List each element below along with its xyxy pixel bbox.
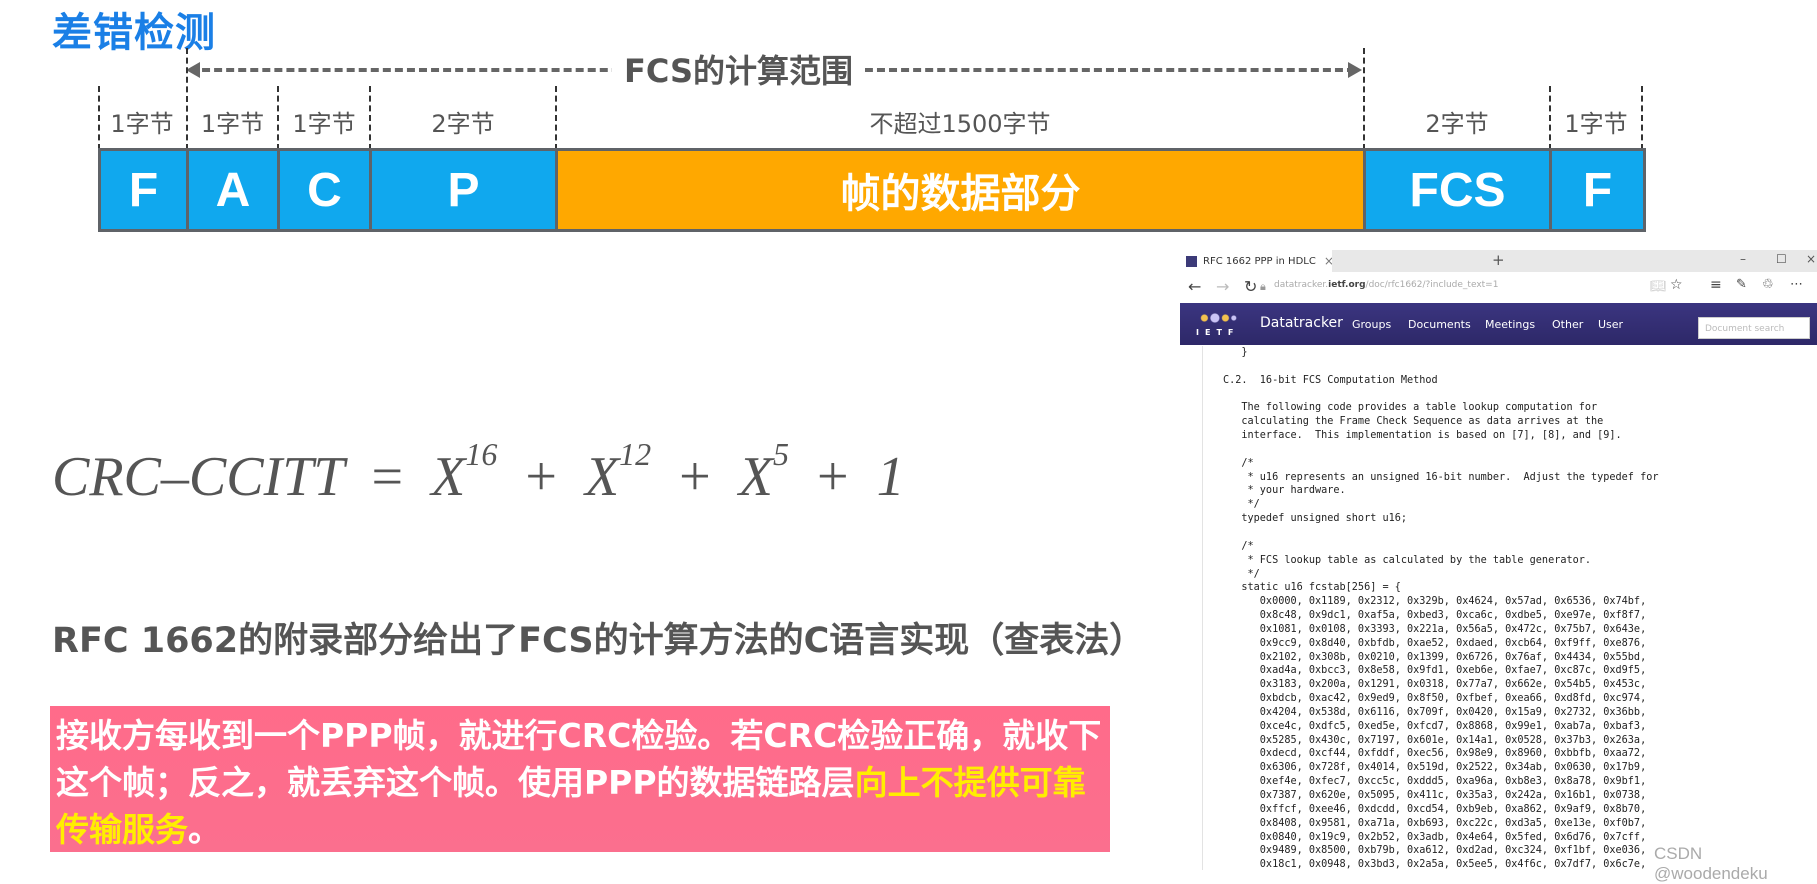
field-size-label: 2字节 bbox=[431, 110, 495, 138]
watermark: CSDN @woodendeku bbox=[1654, 844, 1768, 883]
browser-tab[interactable]: RFC 1662 PPP in HDLC × bbox=[1186, 250, 1334, 272]
lock-icon: 🔒︎ bbox=[1260, 280, 1266, 293]
frame-field-control: C bbox=[280, 151, 372, 229]
field-divider bbox=[1641, 86, 1643, 150]
arrow-right-icon bbox=[1348, 62, 1362, 78]
nav-item-other[interactable]: Other bbox=[1552, 318, 1583, 331]
tab-title: RFC 1662 PPP in HDLC bbox=[1203, 255, 1316, 267]
nav-item-groups[interactable]: Groups bbox=[1352, 318, 1391, 331]
nav-item-user[interactable]: User bbox=[1598, 318, 1623, 331]
frame-field-protocol: P bbox=[372, 151, 558, 229]
nav-brand-datatracker[interactable]: Datatracker bbox=[1260, 315, 1343, 331]
frame-field-flag: F bbox=[101, 151, 189, 229]
formula-plus: + bbox=[679, 446, 711, 508]
formula-term: 1 bbox=[876, 446, 905, 508]
formula-term: X16 bbox=[431, 436, 498, 508]
refresh-icon[interactable]: ↻ bbox=[1244, 277, 1257, 296]
document-search-input[interactable]: Document search bbox=[1698, 317, 1810, 339]
tab-strip: + – ☐ × bbox=[1332, 250, 1817, 272]
share-icon[interactable]: ♲ bbox=[1762, 277, 1774, 292]
crc-ccitt-formula: CRC–CCITT = X16 + X12 + X5 + 1 bbox=[52, 436, 905, 509]
formula-term: X12 bbox=[584, 436, 652, 508]
field-size-label: 1字节 bbox=[200, 110, 265, 138]
rfc-document-text: } C.2. 16-bit FCS Computation Method The… bbox=[1223, 347, 1659, 870]
close-window-button[interactable]: × bbox=[1806, 252, 1816, 266]
conclusion-end: 。 bbox=[188, 810, 221, 849]
nav-item-meetings[interactable]: Meetings bbox=[1485, 318, 1535, 331]
reading-view-icon[interactable]: 📖︎ bbox=[1650, 279, 1667, 294]
tab-bar: RFC 1662 PPP in HDLC × + – ☐ × bbox=[1180, 250, 1817, 272]
ietf-logo[interactable]: IETF bbox=[1194, 309, 1240, 341]
arrow-left-icon bbox=[186, 62, 200, 78]
field-size-label: 1字节 bbox=[1564, 110, 1628, 138]
frame-field-flag-end: F bbox=[1552, 151, 1643, 229]
back-icon[interactable]: ← bbox=[1188, 277, 1201, 296]
frame-field-fcs: FCS bbox=[1366, 151, 1552, 229]
formula-equals: = bbox=[371, 446, 404, 508]
hub-icon[interactable]: ≡ bbox=[1710, 277, 1722, 293]
nav-item-documents[interactable]: Documents bbox=[1408, 318, 1471, 331]
formula-lhs: CRC–CCITT bbox=[52, 446, 344, 508]
field-size-label: 不超过1500字节 bbox=[869, 110, 1051, 138]
forward-icon[interactable]: → bbox=[1216, 277, 1229, 296]
field-size-label: 2字节 bbox=[1425, 110, 1489, 138]
field-size-label: 1字节 bbox=[110, 110, 174, 138]
formula-term: X5 bbox=[738, 436, 789, 508]
slide-title: 差错检测 bbox=[52, 10, 216, 56]
conclusion-box: 接收方每收到一个PPP帧，就进行CRC检验。若CRC检验正确，就收下这个帧；反之… bbox=[50, 706, 1110, 852]
web-note-icon[interactable]: ✎ bbox=[1736, 277, 1747, 292]
field-size-label: 1字节 bbox=[292, 110, 356, 138]
favorite-star-icon[interactable]: ☆ bbox=[1670, 277, 1683, 293]
rfc-note: RFC 1662的附录部分给出了FCS的计算方法的C语言实现（查表法） bbox=[52, 621, 1145, 661]
browser-window: RFC 1662 PPP in HDLC × + – ☐ × ← → ↻ 🔒︎ … bbox=[1180, 250, 1817, 870]
favicon-icon bbox=[1186, 255, 1197, 267]
document-body: } C.2. 16-bit FCS Computation Method The… bbox=[1202, 346, 1817, 870]
frame-field-address: A bbox=[189, 151, 280, 229]
minimize-button[interactable]: – bbox=[1740, 252, 1746, 266]
ietf-logo-icon bbox=[1196, 311, 1238, 325]
frame-field-data: 帧的数据部分 bbox=[558, 151, 1366, 229]
more-icon[interactable]: ⋯ bbox=[1790, 277, 1803, 292]
ppp-frame-diagram: F A C P 帧的数据部分 FCS F bbox=[98, 148, 1646, 232]
formula-plus: + bbox=[525, 446, 557, 508]
maximize-button[interactable]: ☐ bbox=[1776, 252, 1787, 266]
url-field[interactable]: datatracker.ietf.org/doc/rfc1662/?includ… bbox=[1274, 280, 1498, 290]
new-tab-button[interactable]: + bbox=[1492, 251, 1505, 269]
formula-plus: + bbox=[816, 446, 849, 508]
fcs-range-label: FCS的计算范围 bbox=[612, 46, 865, 92]
